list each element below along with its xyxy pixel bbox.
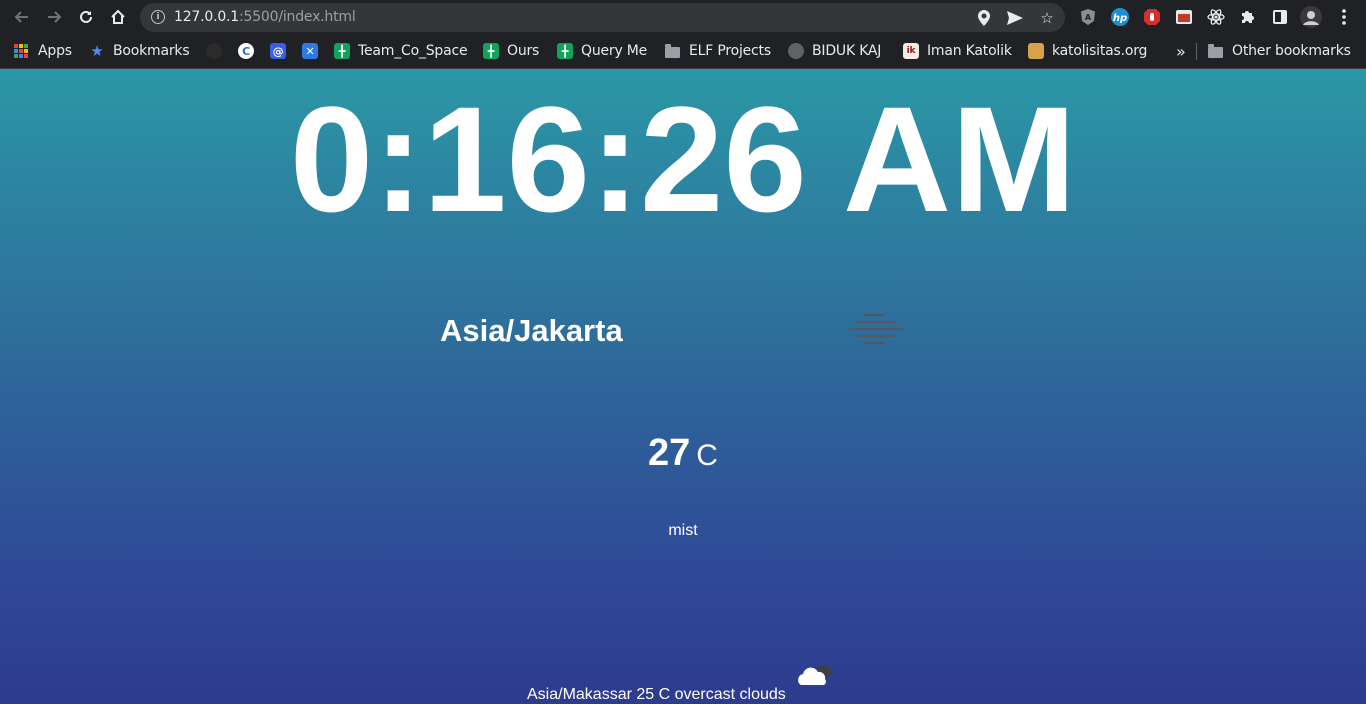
confluence-icon: ✕ bbox=[302, 43, 318, 59]
bookmark-label: BIDUK KAJ bbox=[812, 43, 882, 59]
browser-toolbar: i 127.0.0.1:5500/index.html ☆ A hp bbox=[0, 0, 1366, 35]
weather-description: mist bbox=[668, 522, 698, 539]
home-icon bbox=[111, 9, 125, 24]
bookmark-elf-projects[interactable]: ELF Projects bbox=[665, 41, 771, 61]
bookmark-bookmarks[interactable]: ★ Bookmarks bbox=[89, 41, 189, 61]
url-text[interactable]: 127.0.0.1:5500/index.html bbox=[174, 9, 356, 25]
extensions-puzzle-icon[interactable] bbox=[1237, 6, 1259, 28]
info-icon[interactable]: i bbox=[151, 10, 165, 24]
bookmark-label: katolisitas.org bbox=[1052, 43, 1148, 59]
bookmark-label: Iman Katolik bbox=[927, 43, 1012, 59]
github-icon bbox=[206, 43, 222, 59]
home-button[interactable] bbox=[106, 6, 130, 28]
mist-icon bbox=[848, 313, 904, 345]
sheets-icon: ╋ bbox=[483, 43, 499, 59]
bookmark-biduk-kaj[interactable]: BIDUK KAJ bbox=[788, 41, 881, 61]
bookmark-label: Query Me bbox=[581, 43, 648, 59]
url-host: 127.0.0.1 bbox=[174, 9, 239, 25]
clock-display: 0:16:26 AM bbox=[289, 75, 1077, 243]
star-icon: ★ bbox=[90, 42, 104, 60]
hp-extension-icon[interactable]: hp bbox=[1109, 6, 1131, 28]
bookmarks-overflow-button[interactable]: » bbox=[1176, 41, 1186, 61]
react-devtools-icon[interactable] bbox=[1205, 6, 1227, 28]
bookmark-apps[interactable]: Apps bbox=[14, 41, 72, 61]
bookmarks-divider bbox=[1196, 43, 1197, 60]
bookmark-codepen[interactable]: C bbox=[238, 41, 262, 61]
bookmark-label: Ours bbox=[507, 43, 540, 59]
secondary-weather-summary: Asia/Makassar 25 C overcast clouds bbox=[527, 686, 786, 703]
overflow-label: » bbox=[1176, 41, 1186, 61]
folder-icon bbox=[665, 43, 680, 58]
angular-extension-icon[interactable]: A bbox=[1077, 6, 1099, 28]
reload-icon bbox=[80, 10, 92, 23]
bookmark-ours[interactable]: ╋ Ours bbox=[483, 41, 539, 61]
stop-hand-extension-icon[interactable] bbox=[1141, 6, 1163, 28]
arrow-left-icon bbox=[14, 11, 28, 23]
reload-button[interactable] bbox=[74, 6, 98, 28]
bookmark-query-me[interactable]: ╋ Query Me bbox=[557, 41, 647, 61]
bookmark-confluence[interactable]: ✕ bbox=[302, 41, 326, 61]
bookmark-katolisitas[interactable]: katolisitas.org bbox=[1028, 41, 1147, 61]
cloud-icon bbox=[798, 665, 832, 685]
send-icon[interactable] bbox=[1005, 8, 1025, 28]
kebab-menu-icon[interactable] bbox=[1333, 6, 1355, 28]
bookmark-at[interactable]: @ bbox=[270, 41, 294, 61]
globe-icon bbox=[788, 43, 804, 59]
folder-icon bbox=[1208, 43, 1223, 58]
profile-avatar[interactable] bbox=[1300, 6, 1322, 28]
page-content: 0:16:26 AM Asia/Jakarta 27 C mist Asia/Ma… bbox=[0, 69, 1366, 704]
address-bar[interactable]: i 127.0.0.1:5500/index.html ☆ bbox=[140, 3, 1065, 32]
bookmark-label: Other bookmarks bbox=[1232, 43, 1351, 59]
temperature-value: 27 bbox=[648, 432, 691, 474]
temperature: 27 C bbox=[0, 432, 1366, 475]
sheets-icon: ╋ bbox=[557, 43, 573, 59]
svg-text:hp: hp bbox=[1113, 13, 1127, 24]
bookmark-other-bookmarks[interactable]: Other bookmarks bbox=[1208, 41, 1351, 61]
svg-text:A: A bbox=[1085, 13, 1092, 22]
bookmark-star-icon[interactable]: ☆ bbox=[1037, 8, 1057, 28]
city-name: Asia/Jakarta bbox=[440, 313, 623, 348]
bookmark-github[interactable] bbox=[206, 41, 230, 61]
side-panel-icon[interactable] bbox=[1269, 6, 1291, 28]
temperature-unit: C bbox=[696, 439, 718, 472]
bookmark-iman-katolik[interactable]: ik Iman Katolik bbox=[903, 41, 1012, 61]
at-sign-icon: @ bbox=[270, 43, 286, 59]
codepen-icon: C bbox=[238, 43, 254, 59]
location-pin-icon[interactable] bbox=[974, 8, 994, 28]
forward-button[interactable] bbox=[42, 6, 66, 28]
bookmark-label: Apps bbox=[38, 43, 72, 59]
back-button[interactable] bbox=[10, 6, 34, 28]
katolisitas-icon bbox=[1028, 43, 1044, 59]
url-path: :5500/index.html bbox=[239, 9, 356, 25]
bookmark-team-co-space[interactable]: ╋ Team_Co_Space bbox=[334, 41, 468, 61]
bookmark-label: ELF Projects bbox=[689, 43, 771, 59]
bookmarks-bar: Apps ★ Bookmarks C @ ✕ ╋ Team_Co_Space ╋… bbox=[0, 35, 1366, 69]
bookmark-label: Team_Co_Space bbox=[358, 43, 468, 59]
bookmark-label: Bookmarks bbox=[113, 43, 190, 59]
window-extension-icon[interactable] bbox=[1173, 6, 1195, 28]
sheets-icon: ╋ bbox=[334, 43, 350, 59]
apps-grid-icon bbox=[14, 44, 28, 58]
arrow-right-icon bbox=[48, 11, 62, 23]
ik-logo-icon: ik bbox=[903, 43, 919, 59]
